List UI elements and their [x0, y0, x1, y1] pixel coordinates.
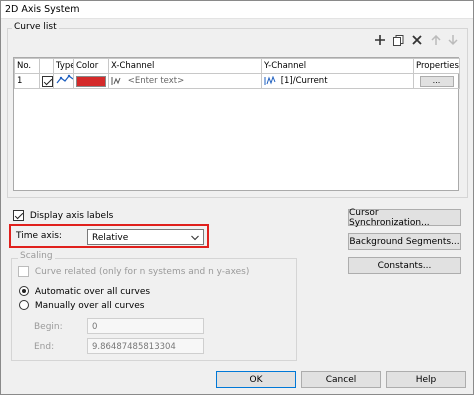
begin-label: Begin: — [34, 322, 63, 332]
col-header-check — [39, 58, 54, 74]
title-bar: 2D Axis System — [1, 1, 473, 19]
col-header-no: No. — [14, 58, 40, 74]
time-axis-value: Relative — [92, 233, 129, 243]
display-axis-labels-row[interactable]: Display axis labels — [13, 210, 113, 221]
plus-icon[interactable] — [373, 33, 387, 47]
dialog-window: 2D Axis System Curve list No. Type Color… — [0, 0, 474, 395]
row-check-cell — [39, 73, 54, 89]
y-channel-cell[interactable]: [1]/Current — [261, 73, 414, 89]
arrow-up-icon[interactable] — [429, 33, 443, 47]
col-header-color: Color — [73, 58, 109, 74]
display-axis-labels-checkbox[interactable] — [13, 210, 24, 221]
properties-button[interactable]: ... — [419, 75, 454, 87]
curve-color-swatch[interactable] — [76, 75, 106, 87]
curve-related-checkbox[interactable] — [18, 266, 29, 277]
table-row[interactable]: 1 <Enter text> [1]/Current ... — [14, 73, 460, 89]
ok-button[interactable]: OK — [216, 371, 296, 388]
begin-input[interactable]: 0 — [87, 318, 204, 334]
cursor-sync-button[interactable]: Cursor Synchronization... — [348, 208, 461, 228]
help-button[interactable]: Help — [386, 371, 466, 388]
channel-icon — [111, 76, 121, 85]
curve-related-option[interactable]: Curve related (only for n systems and n … — [18, 266, 249, 277]
automatic-radio[interactable] — [19, 286, 29, 296]
col-header-properties: Properties — [413, 58, 460, 74]
cancel-button[interactable]: Cancel — [301, 371, 381, 388]
row-number: 1 — [14, 73, 40, 89]
col-header-y-channel: Y-Channel — [261, 58, 414, 74]
x-channel-placeholder: <Enter text> — [127, 76, 185, 87]
chevron-down-icon — [191, 235, 199, 241]
end-input[interactable]: 9.86487485813304 — [87, 338, 204, 354]
background-segments-button[interactable]: Background Segments... — [348, 233, 461, 250]
channel-icon — [264, 75, 276, 85]
curve-table: No. Type Color X-Channel Y-Channel Prope… — [13, 57, 460, 191]
manual-label: Manually over all curves — [34, 300, 145, 311]
begin-value: 0 — [92, 322, 98, 332]
arrow-down-icon[interactable] — [446, 33, 460, 47]
row-color-cell — [73, 73, 109, 89]
curve-list-label: Curve list — [12, 22, 59, 32]
display-axis-labels-label: Display axis labels — [29, 211, 114, 221]
automatic-option[interactable]: Automatic over all curves — [19, 286, 150, 297]
x-channel-cell[interactable]: <Enter text> — [108, 73, 262, 89]
delete-x-icon[interactable] — [410, 33, 424, 47]
scaling-label: Scaling — [18, 251, 55, 261]
table-header-row: No. Type Color X-Channel Y-Channel Prope… — [14, 58, 460, 74]
row-visible-checkbox[interactable] — [42, 75, 53, 87]
constants-button[interactable]: Constants... — [348, 257, 461, 274]
col-header-type: Type — [53, 58, 74, 74]
col-header-x-channel: X-Channel — [108, 58, 262, 74]
curve-type-icon[interactable] — [56, 74, 74, 85]
window-title: 2D Axis System — [5, 4, 80, 15]
copy-icon[interactable] — [391, 33, 405, 47]
end-value: 9.86487485813304 — [92, 342, 176, 352]
curve-related-label: Curve related (only for n systems and n … — [34, 267, 250, 277]
properties-cell: ... — [413, 73, 460, 89]
time-axis-label: Time axis: — [16, 231, 62, 241]
automatic-label: Automatic over all curves — [34, 286, 151, 297]
manual-radio[interactable] — [19, 300, 29, 310]
end-label: End: — [34, 342, 55, 352]
manual-option[interactable]: Manually over all curves — [19, 300, 144, 311]
row-type-cell — [53, 73, 74, 89]
time-axis-select[interactable]: Relative — [87, 229, 204, 245]
y-channel-value: [1]/Current — [280, 76, 328, 87]
